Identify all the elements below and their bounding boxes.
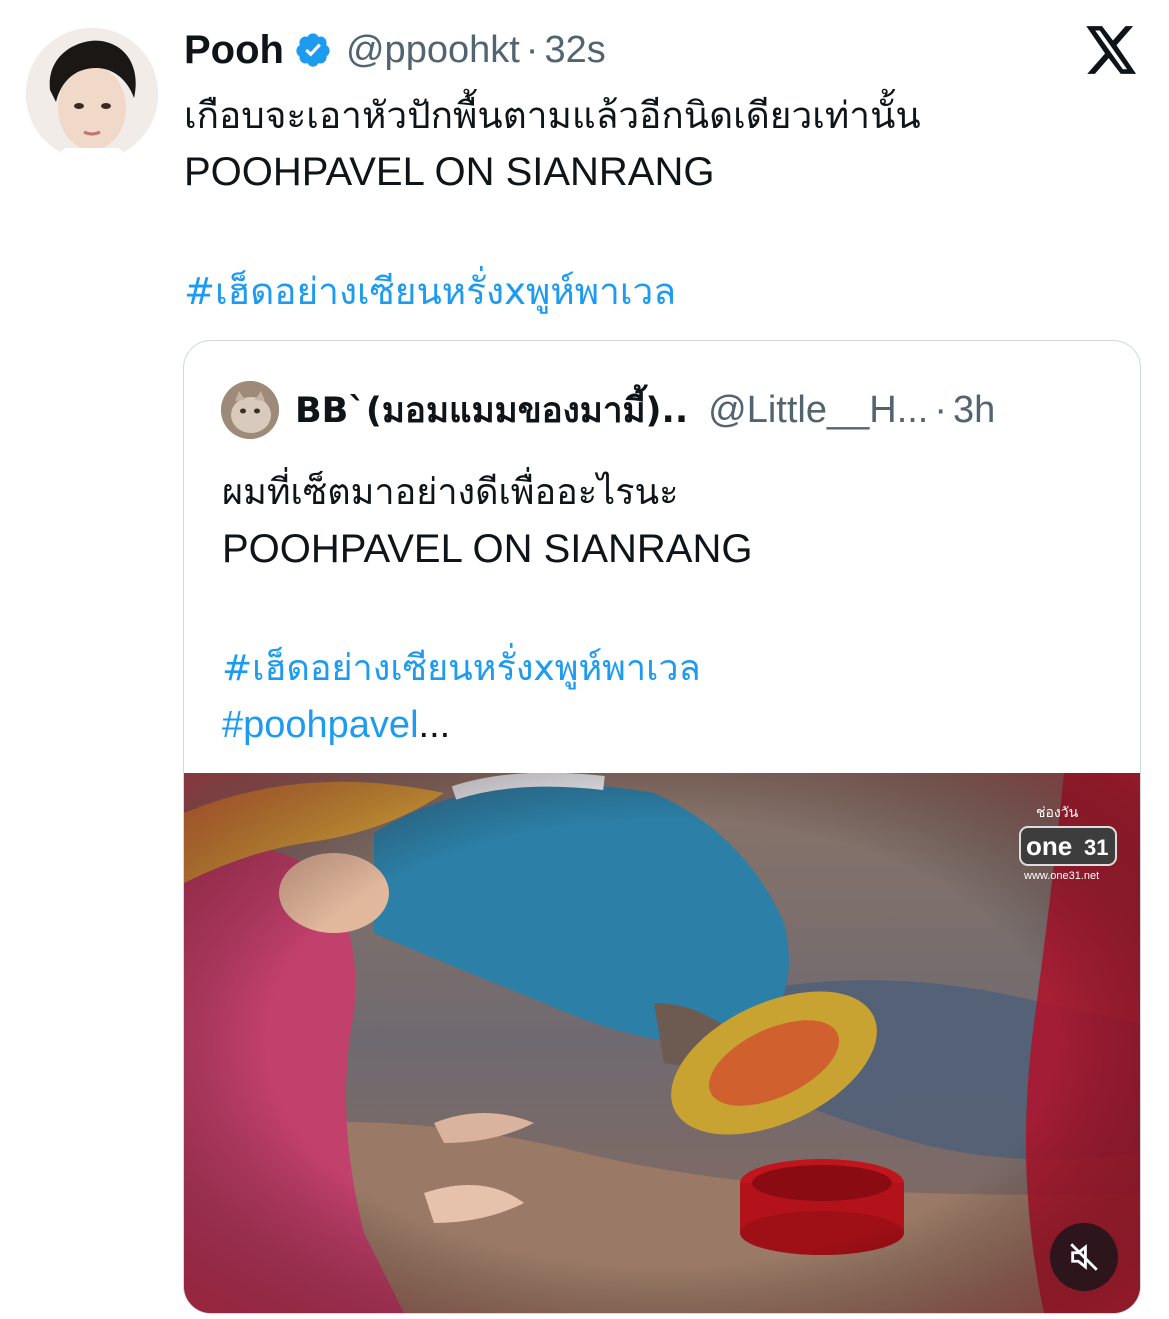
quoted-line-english: POOHPAVEL ON SIANRANG (222, 527, 753, 571)
quoted-tweet-text: ผมที่เซ็ตมาอย่างดีเพื่ออะไรนะ POOHPAVEL … (222, 465, 1102, 754)
quoted-meta-separator: · (934, 388, 948, 431)
tweet-hashtag-link[interactable]: #เฮ็ดอย่างเซียนหรั่งxพูห์พาเวล (184, 264, 1134, 320)
author-name[interactable]: Pooh (184, 28, 284, 73)
quoted-hashtag-poohpavel[interactable]: #poohpavel (222, 704, 419, 746)
tweet-line-english: POOHPAVEL ON SIANRANG (184, 150, 715, 194)
quoted-tweet-card[interactable]: BB`(มอมแมมของมามี้).. @Little__H... · 3h… (183, 340, 1141, 1314)
x-logo-icon (1086, 26, 1138, 74)
author-avatar[interactable] (26, 28, 158, 160)
channel-logo-one: one (1026, 831, 1072, 861)
quoted-hashtag-link[interactable]: #เฮ็ดอย่างเซียนหรั่งxพูห์พาเวล (222, 641, 1102, 697)
author-handle[interactable]: @ppoohkt (346, 29, 520, 72)
truncation-ellipsis: ... (418, 704, 451, 746)
tweet-header: Pooh @ppoohkt · 32s (184, 24, 606, 76)
quoted-author-name[interactable]: BB`(มอมแมมของมามี้).. (295, 383, 688, 438)
quoted-video[interactable]: ช่องวัน one 31 www.one31.net (184, 773, 1140, 1313)
channel-name-thai: ช่องวัน (1036, 805, 1079, 821)
meta-separator: · (525, 28, 539, 71)
speaker-muted-icon (1070, 1243, 1098, 1271)
tweet-line-thai: เกือบจะเอาหัวปักพื้นตามแล้วอีกนิดเดียวเท… (184, 94, 921, 137)
quoted-author-handle[interactable]: @Little__H... (708, 389, 928, 432)
quoted-timestamp[interactable]: 3h (953, 389, 995, 432)
quoted-author-avatar[interactable] (221, 381, 279, 439)
channel-logo-number: 31 (1084, 835, 1108, 860)
verified-badge-icon[interactable] (294, 31, 332, 69)
tweet-timestamp[interactable]: 32s (544, 29, 605, 72)
mute-button[interactable] (1050, 1223, 1118, 1291)
tweet-text: เกือบจะเอาหัวปักพื้นตามแล้วอีกนิดเดียวเท… (184, 88, 1134, 320)
channel-url: www.one31.net (1023, 870, 1099, 882)
quoted-line-thai: ผมที่เซ็ตมาอย่างดีเพื่ออะไรนะ (222, 472, 679, 513)
quoted-tweet-header: BB`(มอมแมมของมามี้).. @Little__H... · 3h (221, 379, 995, 441)
